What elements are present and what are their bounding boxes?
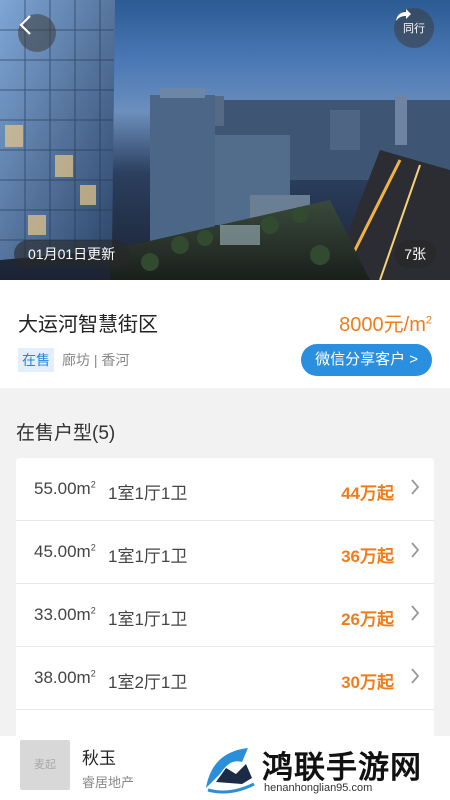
unit-area: 45.00m2 [34, 542, 96, 561]
chevron-right-icon [410, 604, 420, 627]
chevron-right-icon [410, 478, 420, 501]
unit-list: 55.00m2 1室1厅1卫 44万起 45.00m2 1室1厅1卫 36万起 … [16, 458, 434, 748]
agent-name: 秋玉 [82, 749, 116, 768]
unit-area: 33.00m2 [34, 605, 96, 624]
property-price: 8000元/m2 [339, 308, 432, 337]
unit-price: 26万起 [341, 610, 394, 629]
chevron-right-icon [410, 667, 420, 690]
wechat-share-button[interactable]: 微信分享客户 > [301, 344, 432, 376]
watermark-url: henanhonglian95.com [264, 782, 373, 794]
photo-count-badge: 7张 [394, 240, 436, 268]
unit-layout: 1室1厅1卫 [108, 484, 188, 503]
avatar[interactable]: 麦起 [20, 740, 70, 790]
update-time-badge: 01月01日更新 [14, 240, 130, 268]
unit-price: 30万起 [341, 673, 394, 692]
unit-area: 38.00m2 [34, 668, 96, 687]
unit-row[interactable]: 45.00m2 1室1厅1卫 36万起 [16, 521, 434, 584]
unit-price: 44万起 [341, 484, 394, 503]
unit-row[interactable]: 38.00m2 1室2厅1卫 30万起 [16, 647, 434, 710]
price-unit-sup: 2 [425, 314, 432, 327]
property-info-card: 大运河智慧街区 8000元/m2 在售 廊坊 | 香河 微信分享客户 > [0, 280, 450, 388]
units-section-title: 在售户型(5) [16, 423, 116, 444]
property-photo[interactable]: 同行 01月01日更新 7张 [0, 0, 450, 280]
unit-row[interactable]: 55.00m2 1室1厅1卫 44万起 [16, 458, 434, 521]
unit-price: 36万起 [341, 547, 394, 566]
status-badge: 在售 [18, 348, 54, 372]
price-value: 8000元/m [339, 314, 426, 336]
share-button[interactable]: 同行 [394, 8, 434, 48]
agent-company: 睿居地产 [82, 775, 135, 790]
share-label: 同行 [403, 22, 425, 35]
unit-layout: 1室2厅1卫 [108, 673, 188, 692]
unit-layout: 1室1厅1卫 [108, 547, 188, 566]
watermark-logo-icon [202, 744, 258, 796]
unit-area: 55.00m2 [34, 479, 96, 498]
property-location: 廊坊 | 香河 [62, 352, 130, 368]
unit-layout: 1室1厅1卫 [108, 610, 188, 629]
watermark-title: 鸿联手游网 [262, 750, 422, 786]
property-title: 大运河智慧街区 [18, 314, 158, 336]
city-skyline-illustration [0, 0, 450, 280]
chevron-right-icon [410, 541, 420, 564]
watermark: 鸿联手游网 henanhonglian95.com [196, 740, 450, 800]
unit-row[interactable]: 33.00m2 1室1厅1卫 26万起 [16, 584, 434, 647]
back-button[interactable] [18, 14, 56, 52]
